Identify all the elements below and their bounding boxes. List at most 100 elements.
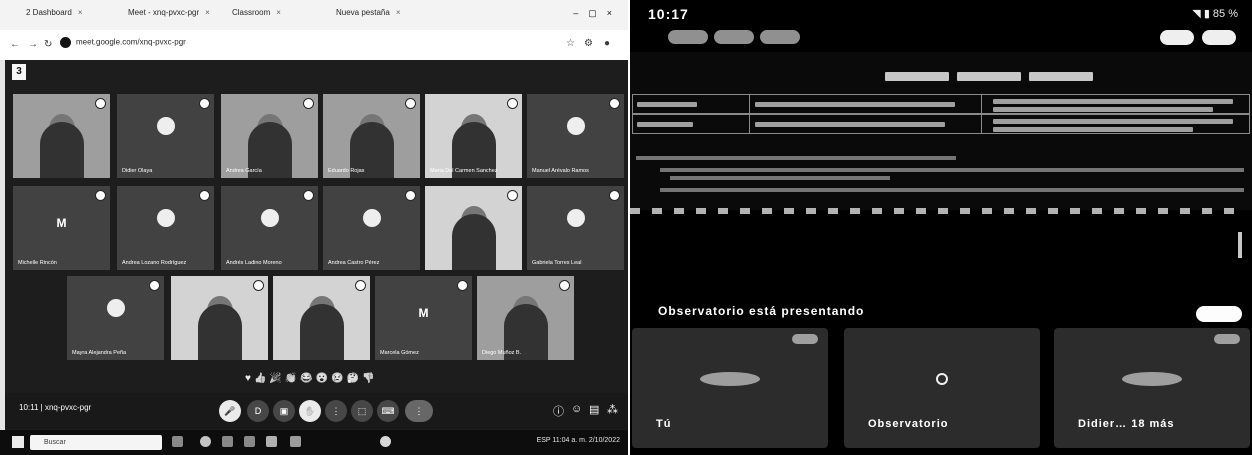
reaction-emoji-bar[interactable]: ♥👍🎉👏😂😮😢🤔👎 [245, 373, 378, 384]
text-line [993, 119, 1233, 124]
video-feed [451, 214, 496, 270]
toolbar-tab [1029, 72, 1093, 81]
mic-muted-icon [507, 98, 518, 109]
camera-toggle-button[interactable]: D [247, 400, 269, 422]
text-line [755, 122, 945, 127]
table-cell [751, 95, 982, 113]
camera-switch-button[interactable] [714, 30, 754, 44]
avatar [566, 116, 585, 135]
url-field[interactable]: meet.google.com/xnq-pvxc-pgr [60, 37, 186, 48]
mic-muted-icon [149, 280, 160, 291]
participant-tile[interactable]: Andrés Ladino Moreno [221, 186, 318, 270]
profile-icon[interactable]: ● [604, 38, 610, 49]
close-tab-icon[interactable]: × [205, 8, 210, 17]
close-tab-icon[interactable]: × [78, 8, 83, 17]
participant-tile[interactable]: Diego Muñoz B. [477, 276, 574, 360]
forward-icon[interactable]: → [28, 39, 38, 50]
tab-label: 2 Dashboard [26, 8, 72, 17]
info-icon[interactable]: ⓘ [553, 403, 564, 419]
participant-name: Andrea Lozano Rodríguez [122, 260, 187, 266]
windows-start-icon[interactable] [12, 436, 24, 448]
captions-button[interactable]: ▣ [273, 400, 295, 422]
participant-tile[interactable]: Mayra Alejandra Peña [67, 276, 164, 360]
browser-tab[interactable]: Classroom × [232, 8, 332, 24]
participant-tile[interactable] [425, 186, 522, 270]
more-options-button[interactable]: ⋮ [325, 400, 347, 422]
bookmark-star-icon[interactable]: ☆ [566, 38, 575, 49]
back-icon[interactable]: ← [10, 39, 20, 50]
table-cell [633, 115, 750, 133]
participant-tile[interactable] [273, 276, 370, 360]
participant-tile[interactable]: Andrea Castro Pérez [323, 186, 420, 270]
reload-icon[interactable]: ↻ [44, 39, 52, 50]
text-line [637, 102, 697, 107]
system-tray[interactable]: ESP 11:04 a. m. 2/10/2022 [537, 437, 620, 444]
table-cell [751, 115, 982, 133]
participant-tile[interactable]: Gabriela Torres Leal [527, 186, 624, 270]
avatar [156, 208, 175, 227]
browser-tab[interactable]: 2 Dashboard × [26, 8, 126, 24]
participant-tile[interactable] [171, 276, 268, 360]
mic-toggle-button[interactable]: 🎤 [219, 400, 241, 422]
participant-tile[interactable]: Observatorio [844, 328, 1040, 448]
phone-status-bar: 10:17 ◥ ▮ 85 % [630, 0, 1252, 28]
battery-signal-icons: ◥ ▮ 85 % [1192, 8, 1238, 20]
browser-tab[interactable]: Meet - xnq-pvxc-pgr × [128, 8, 228, 24]
scrollbar[interactable] [1238, 232, 1242, 258]
text-line [660, 188, 1244, 192]
participant-tile[interactable]: Manuel Arévalo Ramos [527, 94, 624, 178]
mic-muted-icon [457, 280, 468, 291]
participant-tile[interactable]: Didier… 18 más [1054, 328, 1250, 448]
close-tab-icon[interactable]: × [276, 8, 281, 17]
presentation-options-button[interactable] [1196, 306, 1242, 322]
text-line [993, 107, 1213, 112]
participant-name: Didier Olaya [122, 168, 153, 174]
call-info-button[interactable] [1202, 30, 1236, 45]
emoji-button[interactable]: ⌨ [377, 400, 399, 422]
close-tab-icon[interactable]: × [396, 8, 401, 17]
file-explorer-icon[interactable] [222, 436, 233, 447]
participant-tile[interactable]: Maria Del Carmen Sanchez [425, 94, 522, 178]
store-icon[interactable] [266, 436, 277, 447]
activities-icon[interactable]: ⁂ [607, 403, 618, 416]
participant-tile[interactable]: Eduardo Rojas [323, 94, 420, 178]
video-feed [299, 304, 344, 360]
people-icon[interactable]: ☺ [571, 403, 582, 415]
participant-tile[interactable]: Didier Olaya [117, 94, 214, 178]
browser-tab-bar: 2 Dashboard × Meet - xnq-pvxc-pgr × Classr… [0, 0, 628, 30]
tab-label: Meet - xnq-pvxc-pgr [128, 8, 200, 17]
participant-tile[interactable]: M Michelle Rincón [13, 186, 110, 270]
text-line [993, 99, 1233, 104]
participant-name: Tú [656, 418, 672, 430]
window-controls[interactable]: –▢× [573, 8, 622, 19]
task-view-icon[interactable] [172, 436, 183, 447]
app-icon[interactable] [380, 436, 391, 447]
video-feed [39, 122, 84, 178]
participant-name: Didier… 18 más [1078, 418, 1175, 430]
chrome-icon[interactable] [200, 436, 211, 447]
mic-muted-icon [253, 280, 264, 291]
participant-name: Mayra Alejandra Peña [72, 350, 127, 356]
menu-button[interactable] [1160, 30, 1194, 45]
avatar [566, 208, 585, 227]
browser-tab[interactable]: Nueva pestaña × [336, 8, 436, 24]
mic-muted-icon [559, 280, 570, 291]
participant-tile[interactable]: Tú [632, 328, 828, 448]
chat-icon[interactable]: ▤ [589, 403, 599, 416]
mic-indicator-icon [792, 334, 818, 344]
extensions-icon[interactable]: ⚙ [584, 38, 593, 49]
app-icon[interactable] [290, 436, 301, 447]
participant-tile[interactable] [13, 94, 110, 178]
meet-control-bar: 10:11 | xnq-pvxc-pgr 🎤 D ▣ ✋ ⋮ ⬚ ⌨ ⋮ ⓘ ☺… [5, 393, 628, 429]
video-toggle-button[interactable] [760, 30, 800, 44]
mail-icon[interactable] [244, 436, 255, 447]
present-screen-button[interactable]: ⬚ [351, 400, 373, 422]
participant-tile[interactable]: Andrea Lozano Rodríguez [117, 186, 214, 270]
participant-tile[interactable]: Andrea García [221, 94, 318, 178]
speaker-button[interactable] [668, 30, 708, 44]
participant-tile[interactable]: M Marcela Gómez [375, 276, 472, 360]
leave-call-button[interactable]: ⋮ [405, 400, 433, 422]
raise-hand-button[interactable]: ✋ [299, 400, 321, 422]
participant-name: Andrea Castro Pérez [328, 260, 380, 266]
taskbar-search-input[interactable]: Buscar [30, 435, 162, 450]
